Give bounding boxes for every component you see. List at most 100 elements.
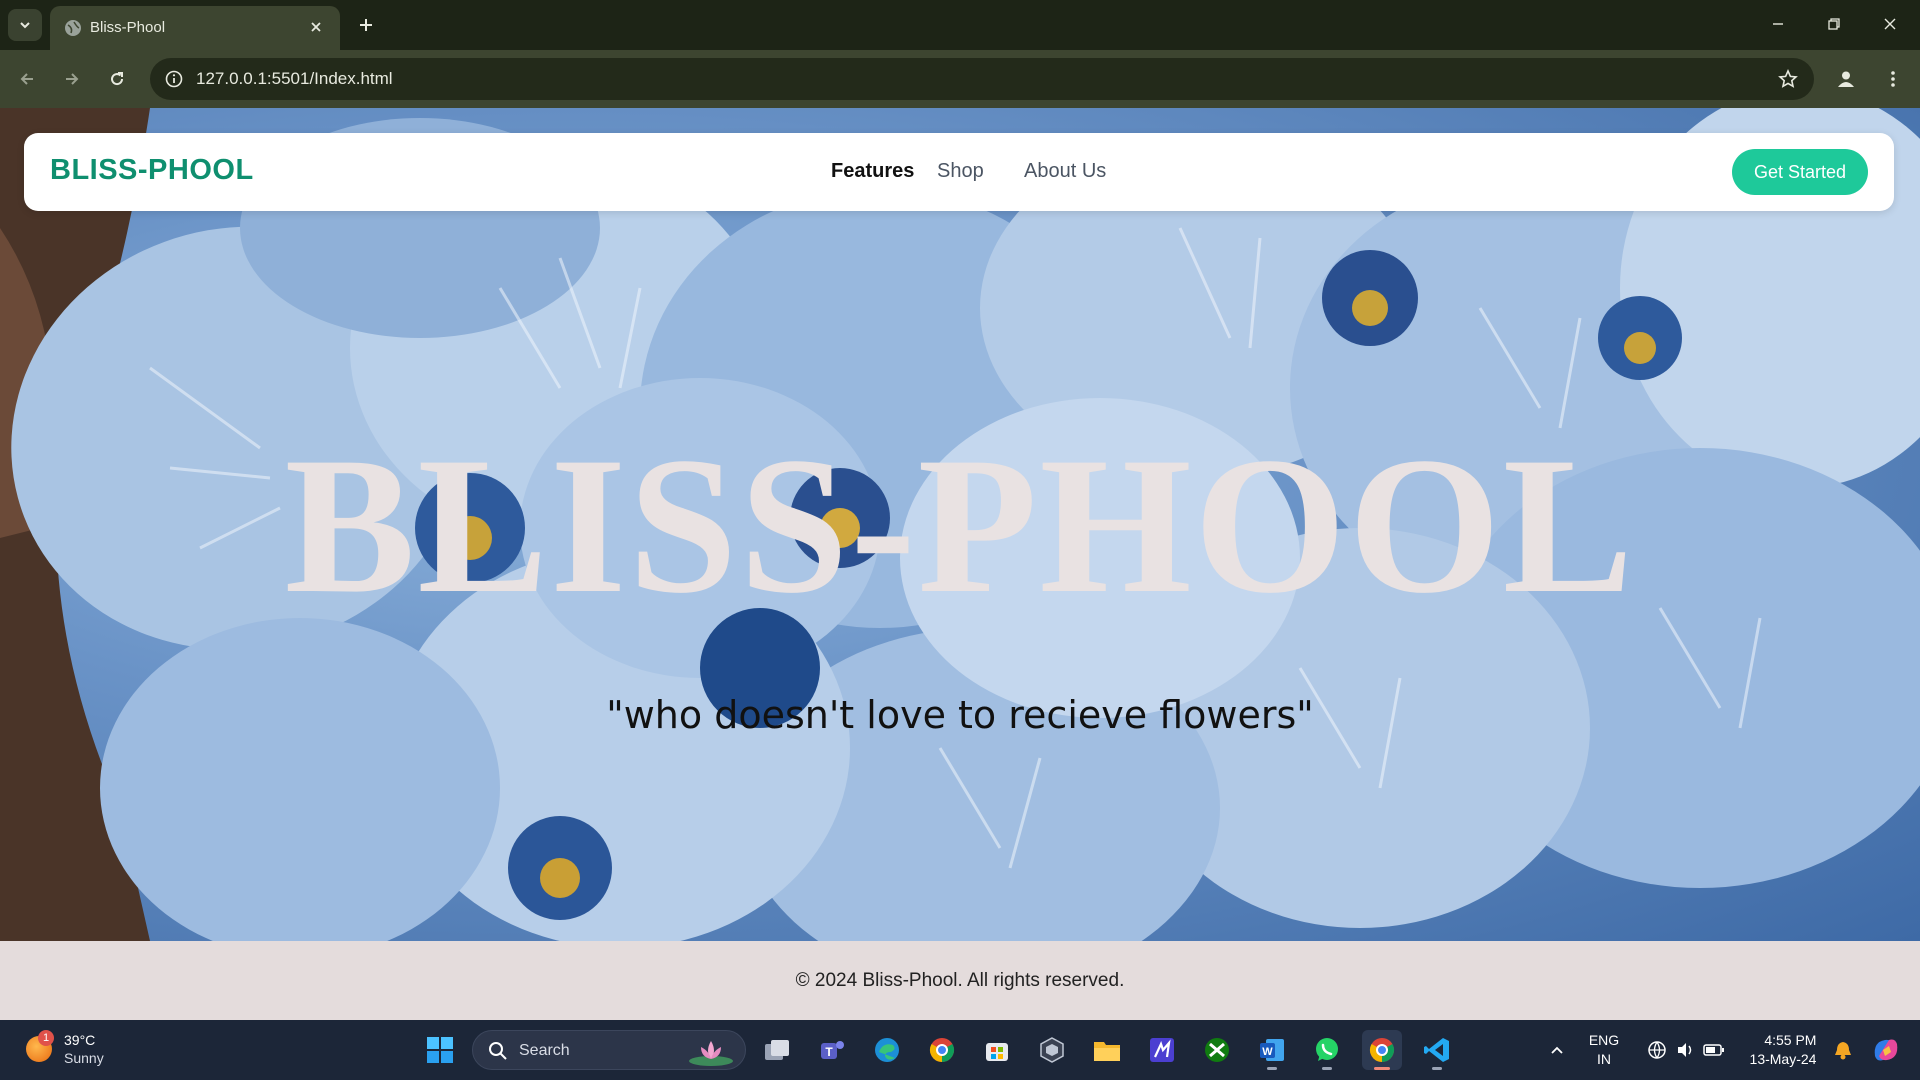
- running-indicator: [1267, 1067, 1277, 1070]
- chrome-icon: [1369, 1038, 1395, 1062]
- language-region: IN: [1597, 1051, 1611, 1067]
- search-label: Search: [519, 1042, 570, 1059]
- site-navbar: BLISS-PHOOL Features Shop About Us Get S…: [24, 133, 1894, 211]
- clock-time: 4:55 PM: [1764, 1032, 1817, 1048]
- tab-title: Bliss-Phool: [90, 19, 166, 36]
- profile-icon: [1838, 71, 1854, 87]
- plus-icon: [360, 19, 372, 31]
- search-icon: [489, 1042, 507, 1060]
- footer-copyright: © 2024 Bliss-Phool. All rights reserved.: [795, 969, 1125, 991]
- task-view-icon: [765, 1040, 789, 1060]
- back-button[interactable]: [11, 63, 43, 95]
- copilot-icon: [1874, 1039, 1898, 1061]
- bell-icon: [1835, 1042, 1851, 1060]
- browser-tab-bar: Bliss-Phool: [0, 0, 1920, 50]
- close-window-button[interactable]: [1862, 0, 1918, 48]
- profile-button[interactable]: [1830, 63, 1862, 95]
- weather-temperature: 39°C: [64, 1032, 96, 1048]
- address-bar[interactable]: 127.0.0.1:5501/Index.html: [150, 58, 1814, 100]
- copilot-button[interactable]: [1864, 1020, 1908, 1080]
- file-explorer-icon: [1094, 1042, 1120, 1061]
- reload-button[interactable]: [101, 63, 133, 95]
- active-indicator: [1374, 1067, 1390, 1070]
- teams-icon: T: [821, 1041, 844, 1059]
- browser-menu-button[interactable]: [1877, 63, 1909, 95]
- hero-quote: "who doesn't love to recieve flowers": [606, 693, 1314, 737]
- site-footer: © 2024 Bliss-Phool. All rights reserved.: [0, 941, 1920, 1020]
- notifications-button[interactable]: [1826, 1020, 1860, 1080]
- chevron-down-icon: [20, 22, 30, 29]
- notification-badge: 1: [38, 1030, 54, 1046]
- nav-link-shop[interactable]: Shop: [937, 160, 984, 183]
- windows-taskbar: 1 39°C Sunny Search T W ENG IN 4:55 PM 1…: [0, 1020, 1920, 1080]
- store-icon: [986, 1043, 1008, 1061]
- weather-widget[interactable]: 1 39°C Sunny: [22, 1030, 132, 1070]
- arrow-left-icon: [20, 73, 33, 85]
- site-info-button[interactable]: [162, 67, 186, 91]
- close-icon: [1884, 18, 1896, 30]
- arrow-right-icon: [66, 73, 79, 85]
- chrome-icon: [929, 1038, 955, 1062]
- edge-button[interactable]: [867, 1030, 907, 1070]
- clock-button[interactable]: 4:55 PM 13-May-24: [1736, 1020, 1830, 1080]
- windows-start-icon: [427, 1037, 453, 1063]
- minimize-icon: [1773, 23, 1783, 25]
- new-tab-button[interactable]: [352, 11, 380, 39]
- running-indicator: [1432, 1067, 1442, 1070]
- chevron-up-icon: [1551, 1046, 1563, 1054]
- globe-icon: [65, 20, 81, 36]
- browser-tab[interactable]: Bliss-Phool: [50, 6, 340, 50]
- hero-title: BLISS-PHOOL: [284, 417, 1636, 634]
- whatsapp-button[interactable]: [1307, 1030, 1347, 1070]
- language-code: ENG: [1588, 1032, 1620, 1048]
- running-indicator: [1322, 1067, 1332, 1070]
- restore-icon: [1828, 18, 1840, 30]
- dev-tool-button[interactable]: [1032, 1030, 1072, 1070]
- weather-description: Sunny: [64, 1050, 104, 1066]
- vscode-button[interactable]: [1417, 1030, 1457, 1070]
- lotus-icon: [689, 1041, 733, 1066]
- get-started-button[interactable]: Get Started: [1732, 149, 1868, 195]
- language-indicator[interactable]: ENG IN: [1582, 1020, 1626, 1080]
- task-view-button[interactable]: [757, 1030, 797, 1070]
- xbox-button[interactable]: [1197, 1030, 1237, 1070]
- chrome-button[interactable]: [922, 1030, 962, 1070]
- taskbar-search[interactable]: Search: [472, 1030, 746, 1070]
- close-tab-button[interactable]: [304, 15, 328, 39]
- close-icon: [311, 22, 321, 32]
- file-explorer-button[interactable]: [1087, 1030, 1127, 1070]
- forward-button[interactable]: [56, 63, 88, 95]
- svg-text:W: W: [1262, 1046, 1273, 1058]
- nav-link-features[interactable]: Features: [831, 160, 914, 183]
- system-status-button[interactable]: [1638, 1020, 1734, 1080]
- bookmark-button[interactable]: [1776, 67, 1800, 91]
- hero-section: BLISS-PHOOL Features Shop About Us Get S…: [0, 108, 1920, 941]
- url-text: 127.0.0.1:5501/Index.html: [196, 69, 393, 88]
- minimize-button[interactable]: [1750, 0, 1806, 48]
- tab-search-button[interactable]: [8, 9, 42, 41]
- teams-button[interactable]: T: [812, 1030, 852, 1070]
- reload-icon: [111, 72, 124, 86]
- word-icon: W: [1260, 1039, 1284, 1061]
- xbox-icon: [1205, 1038, 1229, 1062]
- edge-icon: [875, 1038, 899, 1062]
- word-button[interactable]: W: [1252, 1030, 1292, 1070]
- clock-date: 13-May-24: [1749, 1051, 1817, 1067]
- dev-tool-icon: [1040, 1037, 1064, 1063]
- restore-button[interactable]: [1806, 0, 1862, 48]
- network-globe-icon: [1648, 1041, 1666, 1059]
- info-icon: [165, 70, 183, 88]
- volume-icon: [1678, 1043, 1692, 1057]
- start-button[interactable]: [420, 1030, 460, 1070]
- chrome-active-button[interactable]: [1362, 1030, 1402, 1070]
- site-brand-logo[interactable]: BLISS-PHOOL: [50, 154, 254, 187]
- pen-app-button[interactable]: [1142, 1030, 1182, 1070]
- nav-link-about-us[interactable]: About Us: [1024, 160, 1106, 183]
- star-icon: [1778, 69, 1798, 88]
- page-viewport: BLISS-PHOOL Features Shop About Us Get S…: [0, 108, 1920, 1020]
- show-hidden-icons-button[interactable]: [1540, 1020, 1574, 1080]
- store-button[interactable]: [977, 1030, 1017, 1070]
- battery-icon: [1703, 1044, 1724, 1056]
- more-vertical-icon: [1891, 71, 1895, 87]
- browser-toolbar: 127.0.0.1:5501/Index.html: [0, 50, 1920, 108]
